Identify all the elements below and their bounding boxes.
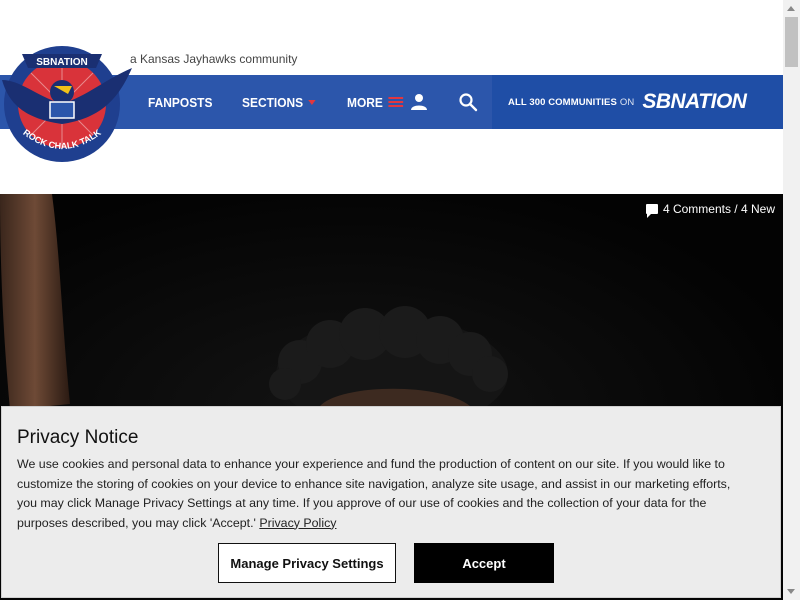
page-scrollbar[interactable] [783, 0, 800, 600]
comments-link[interactable]: 4 Comments / 4 New [645, 202, 775, 218]
scroll-down-arrow-icon[interactable] [787, 589, 795, 594]
nav-links: FANPOSTS SECTIONS MORE [148, 75, 432, 129]
nav-fanposts-label: FANPOSTS [148, 94, 213, 110]
communities-on-text: ON [619, 96, 635, 108]
nav-more-label: MORE [346, 94, 383, 110]
privacy-body-text: We use cookies and personal data to enha… [17, 457, 731, 530]
comment-icon [645, 204, 658, 218]
logo-top-text: SBNATION [36, 57, 87, 68]
communities-count-text: ALL 300 COMMUNITIES [508, 96, 617, 108]
scroll-thumb[interactable] [785, 17, 798, 67]
page: a Kansas Jayhawks community FANPOSTS SEC… [0, 0, 783, 600]
search-icon[interactable] [458, 92, 478, 112]
privacy-notice-dialog: Privacy Notice We use cookies and person… [1, 406, 781, 598]
nav-sections-label: SECTIONS [242, 94, 304, 110]
all-communities-link[interactable]: ALL 300 COMMUNITIES ON SBNATION [492, 75, 783, 129]
nav-more[interactable]: MORE [347, 95, 403, 110]
nav-sections[interactable]: SECTIONS [242, 94, 317, 110]
accept-button[interactable]: Accept [414, 543, 554, 583]
privacy-policy-link[interactable]: Privacy Policy [259, 516, 336, 530]
nav-fanposts[interactable]: FANPOSTS [148, 95, 212, 110]
rock-chalk-talk-logo[interactable]: SBNATION ROCK CHALK TALK [0, 40, 134, 164]
scroll-up-arrow-icon[interactable] [787, 6, 795, 11]
manage-privacy-settings-button[interactable]: Manage Privacy Settings [218, 543, 396, 583]
comments-count: 4 Comments / 4 New [662, 202, 775, 216]
privacy-title: Privacy Notice [17, 427, 139, 448]
sbnation-brand: SBNATION [642, 90, 747, 113]
hamburger-icon [387, 97, 403, 107]
caret-down-icon [308, 99, 317, 105]
user-icon[interactable] [409, 92, 429, 112]
communities-prefix: ALL 300 COMMUNITIES ON [508, 97, 634, 108]
privacy-body: We use cookies and personal data to enha… [17, 455, 737, 533]
site-tagline: a Kansas Jayhawks community [130, 52, 298, 66]
